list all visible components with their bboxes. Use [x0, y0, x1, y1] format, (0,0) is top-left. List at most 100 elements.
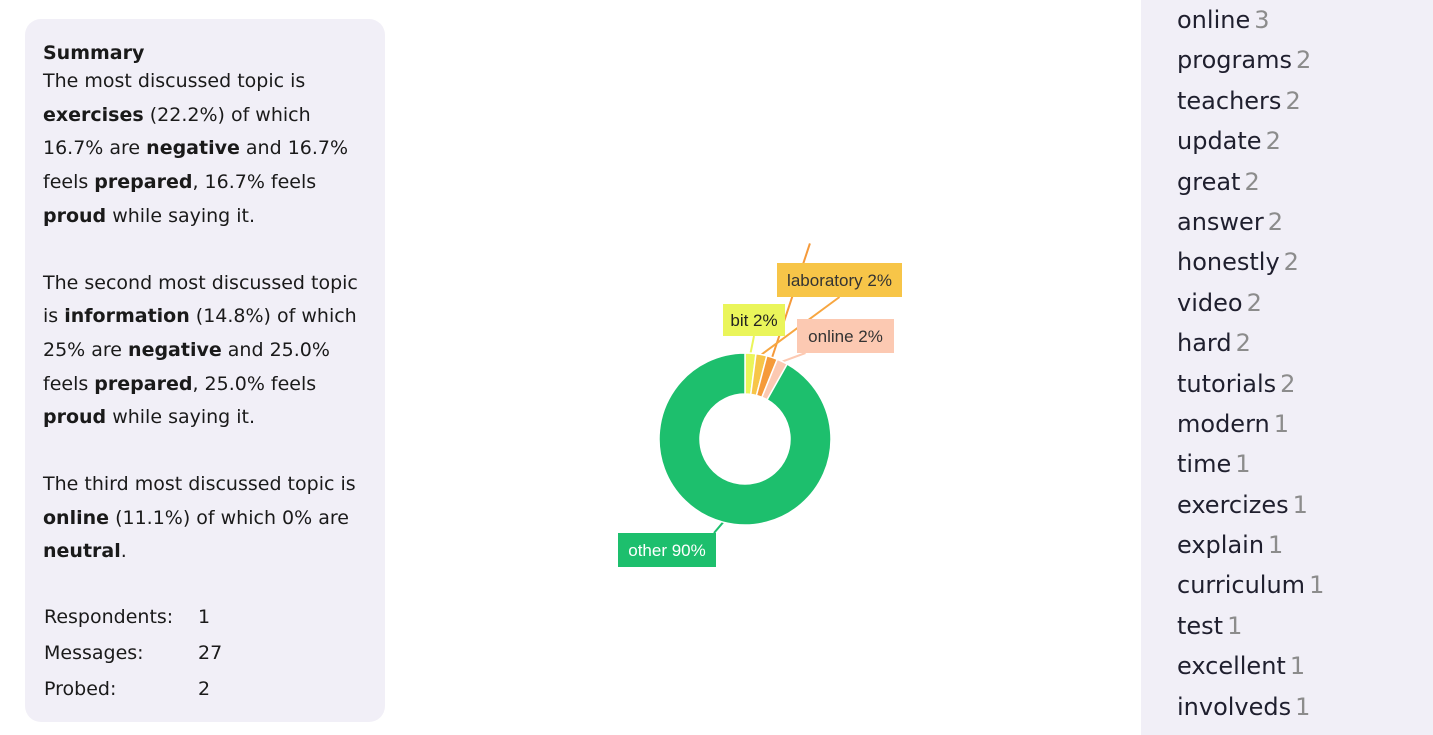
summary-text: while saying it. — [106, 204, 256, 227]
word-item: involveds 1 — [1177, 687, 1324, 727]
summary-text: The third most discussed topic is — [43, 473, 356, 496]
summary-emphasis: exercises — [43, 103, 144, 126]
donut-leader-line — [713, 521, 724, 534]
summary-emphasis: information — [64, 305, 190, 328]
summary-text: The most discussed topic is — [43, 70, 306, 92]
word-count: 2 — [1285, 86, 1301, 115]
word-count: 2 — [1280, 369, 1296, 398]
stat-label: Respondents: — [44, 606, 174, 628]
word-count: 2 — [1267, 207, 1283, 236]
summary-text: , 25.0% feels — [192, 372, 317, 395]
summary-stats: Respondents: 1 Messages: 27 Probed: 2 — [44, 599, 222, 707]
word-text: tutorials — [1177, 369, 1277, 398]
word-text: programs — [1177, 46, 1292, 75]
word-text: video — [1177, 288, 1243, 317]
summary-card: Summary The most discussed topic is exer… — [25, 19, 385, 722]
word-text: excellent — [1177, 652, 1286, 681]
summary-emphasis: online — [43, 506, 110, 529]
stat-value: 27 — [198, 642, 223, 664]
word-text: hard — [1177, 329, 1232, 358]
word-text: exercizes — [1177, 490, 1289, 519]
stat-label: Messages: — [44, 642, 144, 664]
word-count: 1 — [1227, 611, 1243, 640]
word-item: honestly 2 — [1177, 242, 1324, 282]
word-item: tutorials 2 — [1177, 364, 1324, 404]
word-frequency-list: online 3 programs 2 teachers 2 update 2 great 2 an… — [1177, 0, 1324, 727]
topic-donut-chart: bit 2% laboratory 2% online 2% other 90% — [618, 243, 902, 567]
summary-paragraph-2: The second most discussed topic is infor… — [43, 267, 371, 436]
word-text: involveds — [1177, 692, 1292, 721]
word-text: modern — [1177, 409, 1270, 438]
word-item: great 2 — [1177, 162, 1324, 202]
word-text: great — [1177, 167, 1241, 196]
word-count: 2 — [1265, 127, 1281, 156]
donut-leader-line — [749, 335, 755, 354]
summary-emphasis: negative — [146, 137, 240, 160]
stat-probed: Probed: 2 — [44, 671, 222, 707]
word-item: exercizes 1 — [1177, 485, 1324, 525]
donut-label-online: online 2% — [797, 319, 894, 353]
word-count: 1 — [1309, 571, 1325, 600]
stat-respondents: Respondents: 1 — [44, 599, 222, 635]
word-item: video 2 — [1177, 283, 1324, 323]
summary-paragraph-3: The third most discussed topic is online… — [43, 468, 371, 569]
word-item: modern 1 — [1177, 404, 1324, 444]
summary-emphasis: prepared — [94, 171, 193, 194]
word-text: teachers — [1177, 86, 1282, 115]
donut-label-text: online 2% — [808, 327, 883, 346]
summary-emphasis: prepared — [94, 372, 193, 395]
word-item: test 1 — [1177, 606, 1324, 646]
word-item: explain 1 — [1177, 525, 1324, 565]
word-count: 1 — [1295, 692, 1311, 721]
summary-emphasis: negative — [128, 338, 222, 361]
word-item: excellent 1 — [1177, 646, 1324, 686]
word-text: online — [1177, 6, 1251, 34]
donut-label-other: other 90% — [618, 533, 716, 567]
donut-label-text: bit 2% — [730, 311, 777, 330]
word-item: curriculum 1 — [1177, 565, 1324, 605]
word-count: 3 — [1254, 6, 1270, 34]
donut-label-text: laboratory 2% — [787, 271, 892, 290]
word-count: 2 — [1244, 167, 1260, 196]
word-count: 2 — [1246, 288, 1262, 317]
summary-text: . — [120, 540, 127, 563]
summary-paragraph-1: The most discussed topic is exercises (2… — [43, 65, 371, 234]
word-text: answer — [1177, 207, 1264, 236]
word-item: teachers 2 — [1177, 81, 1324, 121]
word-item: time 1 — [1177, 444, 1324, 484]
summary-text: while saying it. — [106, 406, 256, 429]
donut-label-laboratory: laboratory 2% — [777, 263, 902, 297]
word-count: 1 — [1292, 490, 1308, 519]
stat-value: 1 — [198, 606, 211, 628]
donut-leader-line — [781, 352, 806, 363]
summary-emphasis: neutral — [43, 540, 121, 563]
summary-text: , 16.7% feels — [192, 171, 317, 194]
donut-label-text: other 90% — [628, 541, 706, 560]
word-count: 1 — [1273, 409, 1289, 438]
word-count: 2 — [1283, 248, 1299, 277]
word-count: 1 — [1289, 652, 1306, 681]
stat-value: 2 — [198, 678, 211, 700]
word-text: honestly — [1177, 248, 1280, 277]
word-item: update 2 — [1177, 121, 1324, 161]
word-text: update — [1177, 127, 1262, 156]
summary-emphasis: proud — [43, 204, 107, 227]
donut-slice-other — [658, 352, 832, 526]
word-count: 1 — [1268, 531, 1284, 560]
donut-label-bit: bit 2% — [723, 304, 785, 336]
word-item: hard 2 — [1177, 323, 1324, 363]
summary-emphasis: proud — [43, 406, 107, 429]
stat-label: Probed: — [44, 678, 117, 700]
word-count: 1 — [1235, 450, 1251, 479]
word-item: programs 2 — [1177, 40, 1324, 80]
summary-title: Summary — [43, 42, 145, 64]
word-text: time — [1177, 450, 1232, 479]
word-text: test — [1177, 611, 1224, 640]
summary-text: (11.1%) of which 0% are — [109, 506, 349, 529]
word-text: explain — [1177, 531, 1265, 560]
word-count: 2 — [1235, 329, 1251, 358]
word-count: 2 — [1295, 46, 1312, 75]
word-item: online 3 — [1177, 0, 1324, 40]
word-text: curriculum — [1177, 571, 1306, 600]
word-item: answer 2 — [1177, 202, 1324, 242]
